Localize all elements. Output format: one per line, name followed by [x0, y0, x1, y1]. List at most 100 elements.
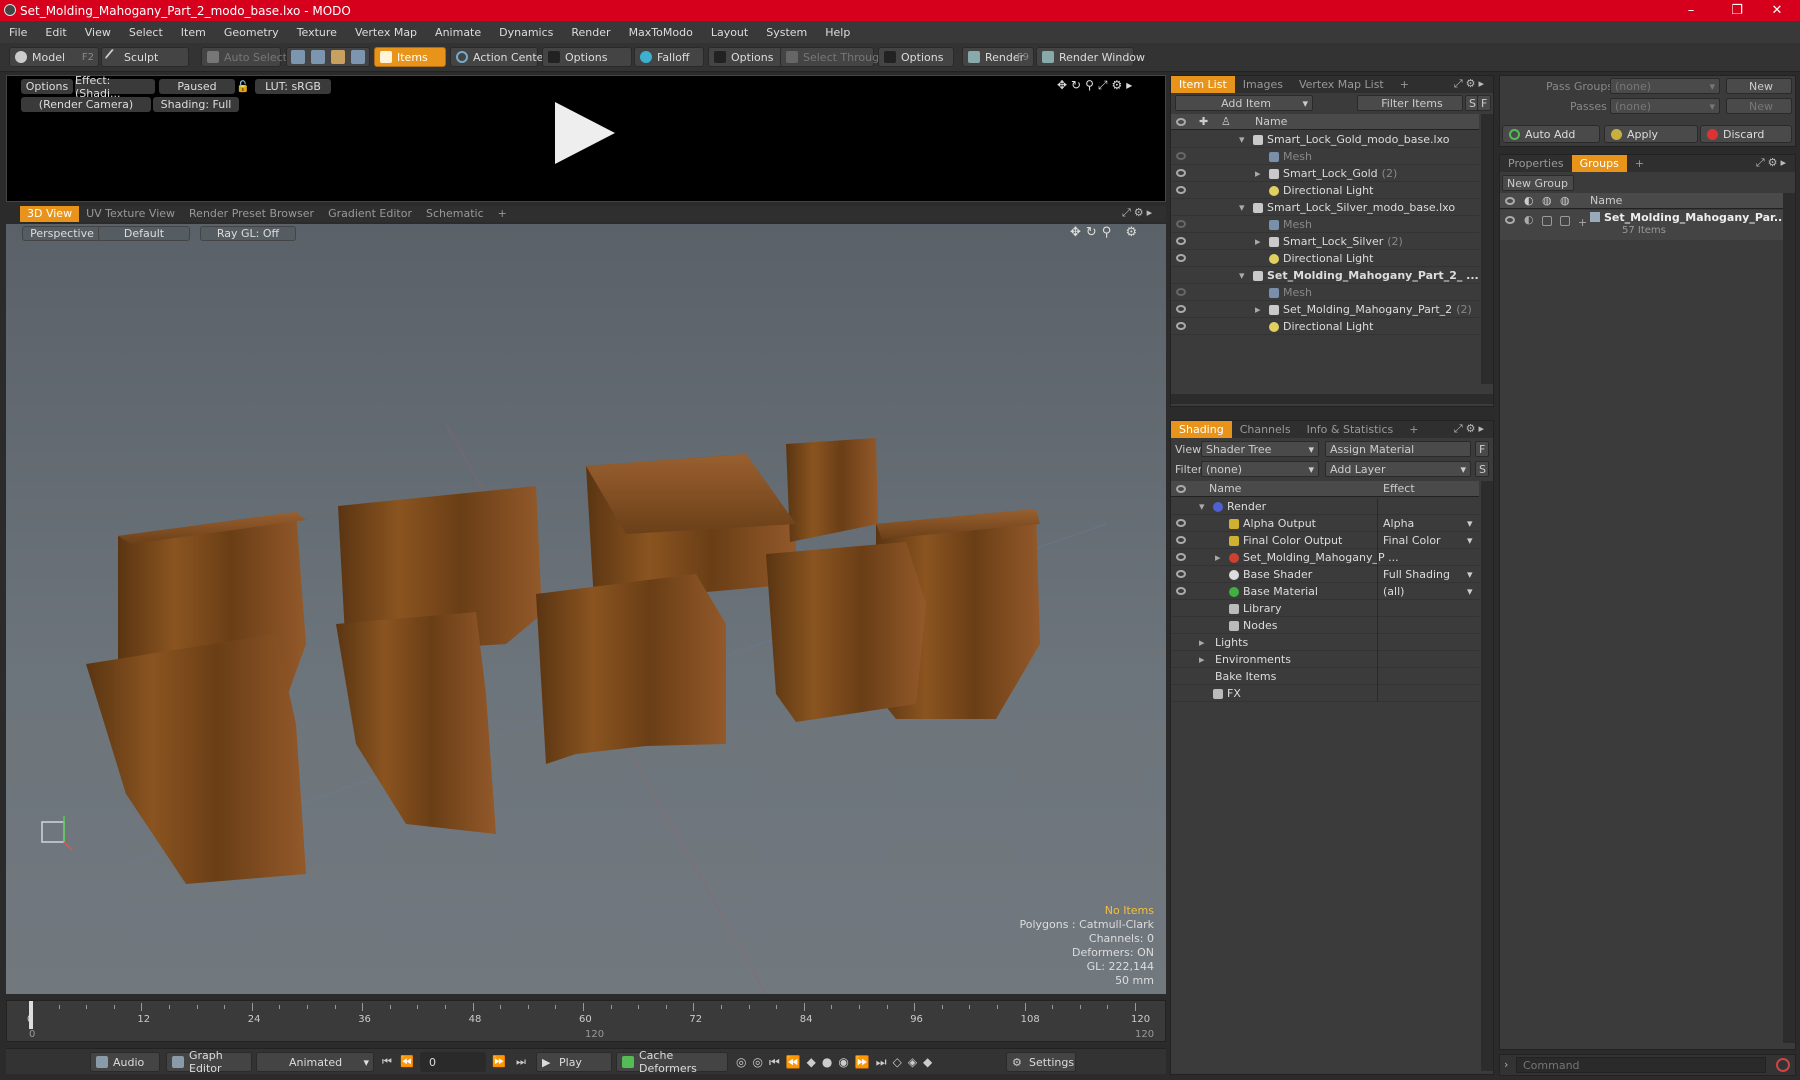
- collapse-icon[interactable]: ▾: [1239, 201, 1245, 214]
- menu-geometry[interactable]: Geometry: [215, 26, 288, 39]
- shader-tree-row[interactable]: ▸ Lights: [1171, 634, 1479, 651]
- item-list-row[interactable]: Directional Light: [1171, 318, 1479, 335]
- item-list-row[interactable]: ▸ Smart_Lock_Silver (2): [1171, 233, 1479, 250]
- eye-icon[interactable]: [1505, 216, 1515, 224]
- panel-controls-icons[interactable]: ⤢⚙▸: [1454, 77, 1487, 91]
- effect-dropdown[interactable]: Full Shading: [1383, 568, 1450, 581]
- chevron-down-icon[interactable]: ▾: [1467, 517, 1473, 530]
- lut-dropdown[interactable]: LUT: sRGB: [255, 79, 331, 94]
- lock-icon[interactable]: 🔓: [236, 79, 250, 94]
- render-camera-dropdown[interactable]: (Render Camera): [21, 97, 151, 112]
- f-shading-button[interactable]: F: [1475, 441, 1489, 457]
- expand-icon[interactable]: ▸: [1199, 636, 1205, 649]
- preview-effect-dropdown[interactable]: Effect: (Shadi...: [75, 74, 155, 100]
- filter-items-input[interactable]: Filter Items: [1357, 95, 1463, 111]
- select-toggle-icon[interactable]: [1560, 216, 1570, 226]
- record-icon[interactable]: [1776, 1058, 1790, 1072]
- expand-icon[interactable]: ▸: [1199, 653, 1205, 666]
- vertices-mode-icon[interactable]: [291, 50, 305, 64]
- tab-uv-texture-view[interactable]: UV Texture View: [79, 206, 182, 222]
- eye-icon[interactable]: [1176, 254, 1186, 262]
- shader-tree-row[interactable]: FX: [1171, 685, 1479, 702]
- sculpt-mode-button[interactable]: Sculpt: [101, 47, 189, 67]
- settings-button[interactable]: ⚙ Settings: [1006, 1052, 1076, 1072]
- menu-item[interactable]: Item: [172, 26, 215, 39]
- command-input[interactable]: [1516, 1057, 1766, 1073]
- play-button[interactable]: ▶ Play: [536, 1052, 612, 1072]
- eye-icon[interactable]: [1176, 322, 1186, 330]
- eye-icon[interactable]: [1176, 570, 1186, 578]
- eye-icon[interactable]: [1176, 220, 1186, 228]
- menu-dynamics[interactable]: Dynamics: [490, 26, 562, 39]
- preview-options-button[interactable]: Options: [21, 79, 73, 94]
- tab-properties[interactable]: Properties: [1500, 155, 1572, 172]
- menu-edit[interactable]: Edit: [36, 26, 75, 39]
- item-list-scrollbar[interactable]: [1481, 114, 1493, 384]
- view-tab-controls-icons[interactable]: ⤢⚙▸: [1122, 206, 1155, 220]
- tab-render-preset-browser[interactable]: Render Preset Browser: [182, 206, 321, 222]
- tab-gradient-editor[interactable]: Gradient Editor: [321, 206, 419, 222]
- falloff-options-button[interactable]: Options: [708, 47, 784, 67]
- tab-item-list[interactable]: Item List: [1171, 76, 1235, 93]
- eye-icon[interactable]: [1176, 519, 1186, 527]
- render-window-button[interactable]: Render Window: [1036, 47, 1145, 67]
- item-list-row[interactable]: Directional Light: [1171, 182, 1479, 199]
- eye-icon[interactable]: [1176, 186, 1186, 194]
- 3d-viewport[interactable]: Perspective Default Ray GL: Off ✥↻⚲ ⚙ No…: [6, 224, 1166, 994]
- panel-controls-icons[interactable]: ⤢⚙▸: [1756, 156, 1789, 170]
- tab-[interactable]: +: [1627, 155, 1652, 172]
- chevron-down-icon[interactable]: ▾: [1467, 534, 1473, 547]
- shader-tree-row[interactable]: Bake Items: [1171, 668, 1479, 685]
- collapse-icon[interactable]: ▾: [1199, 500, 1205, 513]
- shader-tree-row[interactable]: Nodes: [1171, 617, 1479, 634]
- eye-icon[interactable]: [1176, 169, 1186, 177]
- action-center-options-button[interactable]: Options: [542, 47, 632, 67]
- eye-icon[interactable]: [1176, 587, 1186, 595]
- tab-shading[interactable]: Shading: [1171, 421, 1232, 438]
- tab-info-statistics[interactable]: Info & Statistics: [1299, 421, 1402, 438]
- collapse-icon[interactable]: ▾: [1239, 133, 1245, 146]
- auto-select-button[interactable]: Auto Select: [201, 47, 287, 67]
- item-list-row[interactable]: Mesh: [1171, 284, 1479, 301]
- shader-tree-row[interactable]: Library: [1171, 600, 1479, 617]
- add-item-dropdown[interactable]: Add Item ▾: [1175, 95, 1313, 111]
- filter-dropdown[interactable]: (none) ▾: [1201, 461, 1319, 477]
- item-list-hscrollbar[interactable]: [1171, 394, 1493, 404]
- shader-tree-row[interactable]: ▸ Set_Molding_Mahogany_P ...: [1171, 549, 1479, 566]
- action-center-button[interactable]: Action Center: [450, 47, 548, 67]
- item-list-row[interactable]: ▸ Set_Molding_Mahogany_Part_2 (2): [1171, 301, 1479, 318]
- materials-mode-icon[interactable]: [351, 50, 365, 64]
- discard-button[interactable]: Discard: [1700, 125, 1792, 143]
- key-tools-icons[interactable]: ◎◎⏮⏪◆●◉⏩⏭◇◈◆: [736, 1055, 938, 1070]
- timeline-ruler[interactable]: 01224364860728496108120: [7, 1001, 1167, 1029]
- s-shading-button[interactable]: S: [1475, 461, 1489, 477]
- expand-icon[interactable]: ▸: [1255, 167, 1261, 180]
- menu-file[interactable]: File: [0, 26, 36, 39]
- shader-tree-row[interactable]: Final Color Output Final Color ▾: [1171, 532, 1479, 549]
- assign-material-button[interactable]: Assign Material: [1325, 441, 1471, 457]
- effect-dropdown[interactable]: Alpha: [1383, 517, 1414, 530]
- shader-tree-row[interactable]: ▾ Render: [1171, 498, 1479, 515]
- timeline-playhead[interactable]: [29, 1001, 33, 1029]
- tab-images[interactable]: Images: [1235, 76, 1291, 93]
- tab-[interactable]: +: [1401, 421, 1426, 438]
- menu-view[interactable]: View: [76, 26, 120, 39]
- shading-dropdown[interactable]: Shading: Full: [153, 97, 239, 112]
- collapse-icon[interactable]: ▾: [1239, 269, 1245, 282]
- next-frame-icon[interactable]: ⏩: [492, 1055, 506, 1069]
- pass-groups-dropdown[interactable]: (none) ▾: [1610, 78, 1720, 94]
- shader-tree-row[interactable]: Base Material (all) ▾: [1171, 583, 1479, 600]
- eye-icon[interactable]: [1176, 288, 1186, 296]
- animated-dropdown[interactable]: Animated ▾: [256, 1052, 374, 1072]
- auto-add-button[interactable]: Auto Add: [1502, 125, 1600, 143]
- eye-icon[interactable]: [1176, 152, 1186, 160]
- eye-icon[interactable]: [1176, 305, 1186, 313]
- edges-mode-icon[interactable]: [311, 50, 325, 64]
- shader-tree-row[interactable]: Alpha Output Alpha ▾: [1171, 515, 1479, 532]
- tab-groups[interactable]: Groups: [1571, 155, 1627, 172]
- chevron-down-icon[interactable]: ▾: [1467, 585, 1473, 598]
- add-layer-dropdown[interactable]: Add Layer ▾: [1325, 461, 1471, 477]
- model-mode-button[interactable]: Model F2: [9, 47, 99, 67]
- graph-editor-button[interactable]: Graph Editor: [166, 1049, 252, 1075]
- tab-3d-view[interactable]: 3D View: [20, 206, 80, 222]
